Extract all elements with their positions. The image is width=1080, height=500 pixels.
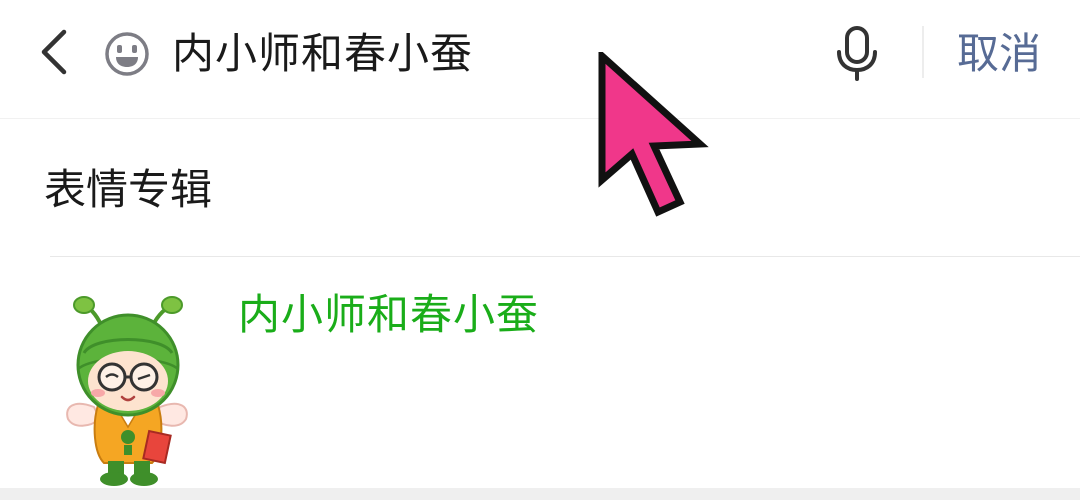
sticker-thumbnail: [54, 295, 204, 491]
back-button[interactable]: [28, 24, 80, 80]
search-bar: 内小师和春小蚕 取消: [0, 0, 1080, 118]
mouse-pointer-icon: [596, 48, 712, 220]
cancel-button[interactable]: 取消: [957, 24, 1041, 84]
search-input[interactable]: 内小师和春小蚕: [172, 24, 473, 84]
header-divider: [0, 118, 1080, 119]
divider: [922, 26, 924, 78]
chevron-left-icon: [41, 29, 67, 75]
microphone-icon: [837, 26, 877, 81]
section-title: 表情专辑: [44, 165, 213, 214]
bottom-separator: [0, 488, 1080, 500]
result-title: 内小师和春小蚕: [238, 290, 540, 339]
list-item[interactable]: 内小师和春小蚕: [0, 257, 1080, 487]
smiley-icon[interactable]: [103, 30, 151, 78]
voice-input-button[interactable]: [830, 24, 884, 82]
